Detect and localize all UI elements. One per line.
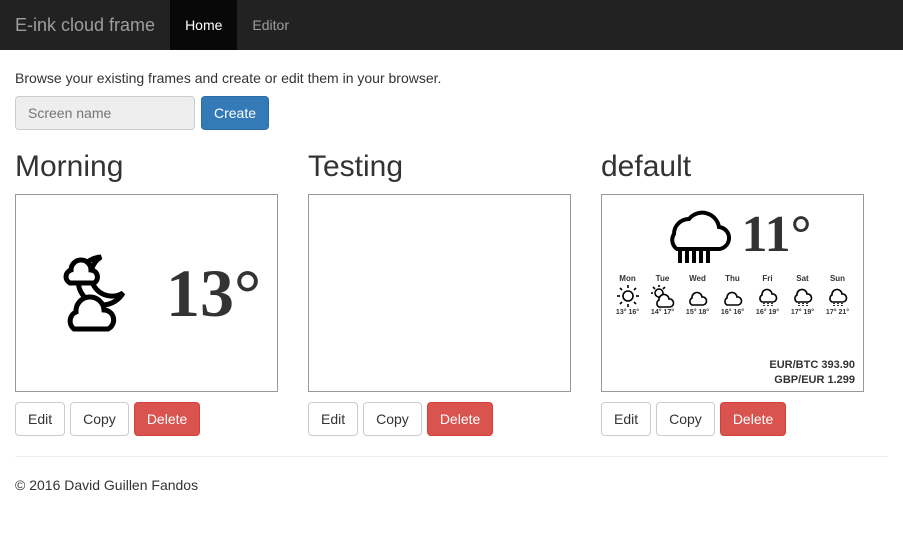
screen-name-input[interactable] (15, 96, 195, 130)
frame-actions: Edit Copy Delete (308, 402, 571, 436)
forecast-range: 16° 16° (721, 309, 744, 316)
cloud-icon (685, 284, 711, 308)
frame-card: Morning 13° (15, 150, 278, 436)
temperature-value: 11° (742, 205, 812, 264)
sun-icon (615, 284, 641, 308)
forecast-range: 16° 19° (756, 309, 779, 316)
forecast-day: Mon 13° 16° (615, 274, 641, 316)
frame-actions: Edit Copy Delete (601, 402, 864, 436)
forecast-day: Sun 17° 21° (825, 274, 851, 316)
frame-card: default (601, 150, 864, 436)
rain-icon (654, 199, 732, 270)
frame-title: default (601, 150, 864, 184)
forecast-day-label: Sun (830, 274, 845, 283)
frame-actions: Edit Copy Delete (15, 402, 278, 436)
frame-title: Morning (15, 150, 278, 184)
forecast-day: Fri 16° 19° (755, 274, 781, 316)
copy-button[interactable]: Copy (363, 402, 422, 436)
nav-item-editor[interactable]: Editor (237, 0, 304, 50)
forecast-day-label: Wed (689, 274, 706, 283)
exchange-rates: EUR/BTC 393.90 GBP/EUR 1.299 (769, 358, 855, 387)
nav-link-editor[interactable]: Editor (237, 0, 304, 50)
nav-item-home[interactable]: Home (170, 0, 237, 50)
edit-button[interactable]: Edit (15, 402, 65, 436)
edit-button[interactable]: Edit (308, 402, 358, 436)
delete-button[interactable]: Delete (720, 402, 786, 436)
edit-button[interactable]: Edit (601, 402, 651, 436)
forecast-range: 17° 21° (826, 309, 849, 316)
navbar-nav: Home Editor (170, 0, 304, 50)
footer-text: © 2016 David Guillen Fandos (15, 477, 888, 493)
page-description: Browse your existing frames and create o… (15, 70, 888, 86)
rain-icon (825, 284, 851, 308)
forecast-day: Sat 17° 19° (790, 274, 816, 316)
rate-line: GBP/EUR 1.299 (769, 373, 855, 387)
forecast-day: Thu 16° 16° (720, 274, 746, 316)
create-form: Create (15, 96, 888, 130)
forecast-range: 15° 18° (686, 309, 709, 316)
forecast-range: 17° 19° (791, 309, 814, 316)
forecast-day-label: Sat (796, 274, 808, 283)
forecast-day-label: Thu (725, 274, 740, 283)
forecast-day-label: Tue (656, 274, 670, 283)
divider (15, 456, 888, 457)
frame-preview: 11° Mon 13° 16° (601, 194, 864, 392)
rain-icon (790, 284, 816, 308)
frames-list: Morning 13° (15, 150, 888, 436)
frame-preview (308, 194, 571, 392)
partly-cloudy-icon (650, 284, 676, 308)
forecast-range: 13° 16° (616, 309, 639, 316)
rain-icon (755, 284, 781, 308)
copy-button[interactable]: Copy (70, 402, 129, 436)
rate-line: EUR/BTC 393.90 (769, 358, 855, 372)
frame-card: Testing Edit Copy Delete (308, 150, 571, 436)
cloud-icon (720, 284, 746, 308)
navbar: E-ink cloud frame Home Editor (0, 0, 903, 50)
forecast-row: Mon 13° 16° Tue (610, 274, 855, 316)
nav-link-home[interactable]: Home (170, 0, 237, 50)
navbar-brand: E-ink cloud frame (0, 0, 170, 50)
forecast-day: Tue 14° 17° (650, 274, 676, 316)
forecast-day: Wed 15° 18° (685, 274, 711, 316)
forecast-day-label: Fri (762, 274, 772, 283)
copy-button[interactable]: Copy (656, 402, 715, 436)
delete-button[interactable]: Delete (427, 402, 493, 436)
forecast-day-label: Mon (619, 274, 635, 283)
temperature-value: 13° (166, 254, 261, 333)
forecast-range: 14° 17° (651, 309, 674, 316)
frame-preview: 13° (15, 194, 278, 392)
frame-title: Testing (308, 150, 571, 184)
night-cloudy-icon (46, 242, 146, 345)
create-button[interactable]: Create (201, 96, 269, 130)
delete-button[interactable]: Delete (134, 402, 200, 436)
footer: © 2016 David Guillen Fandos (0, 477, 903, 522)
